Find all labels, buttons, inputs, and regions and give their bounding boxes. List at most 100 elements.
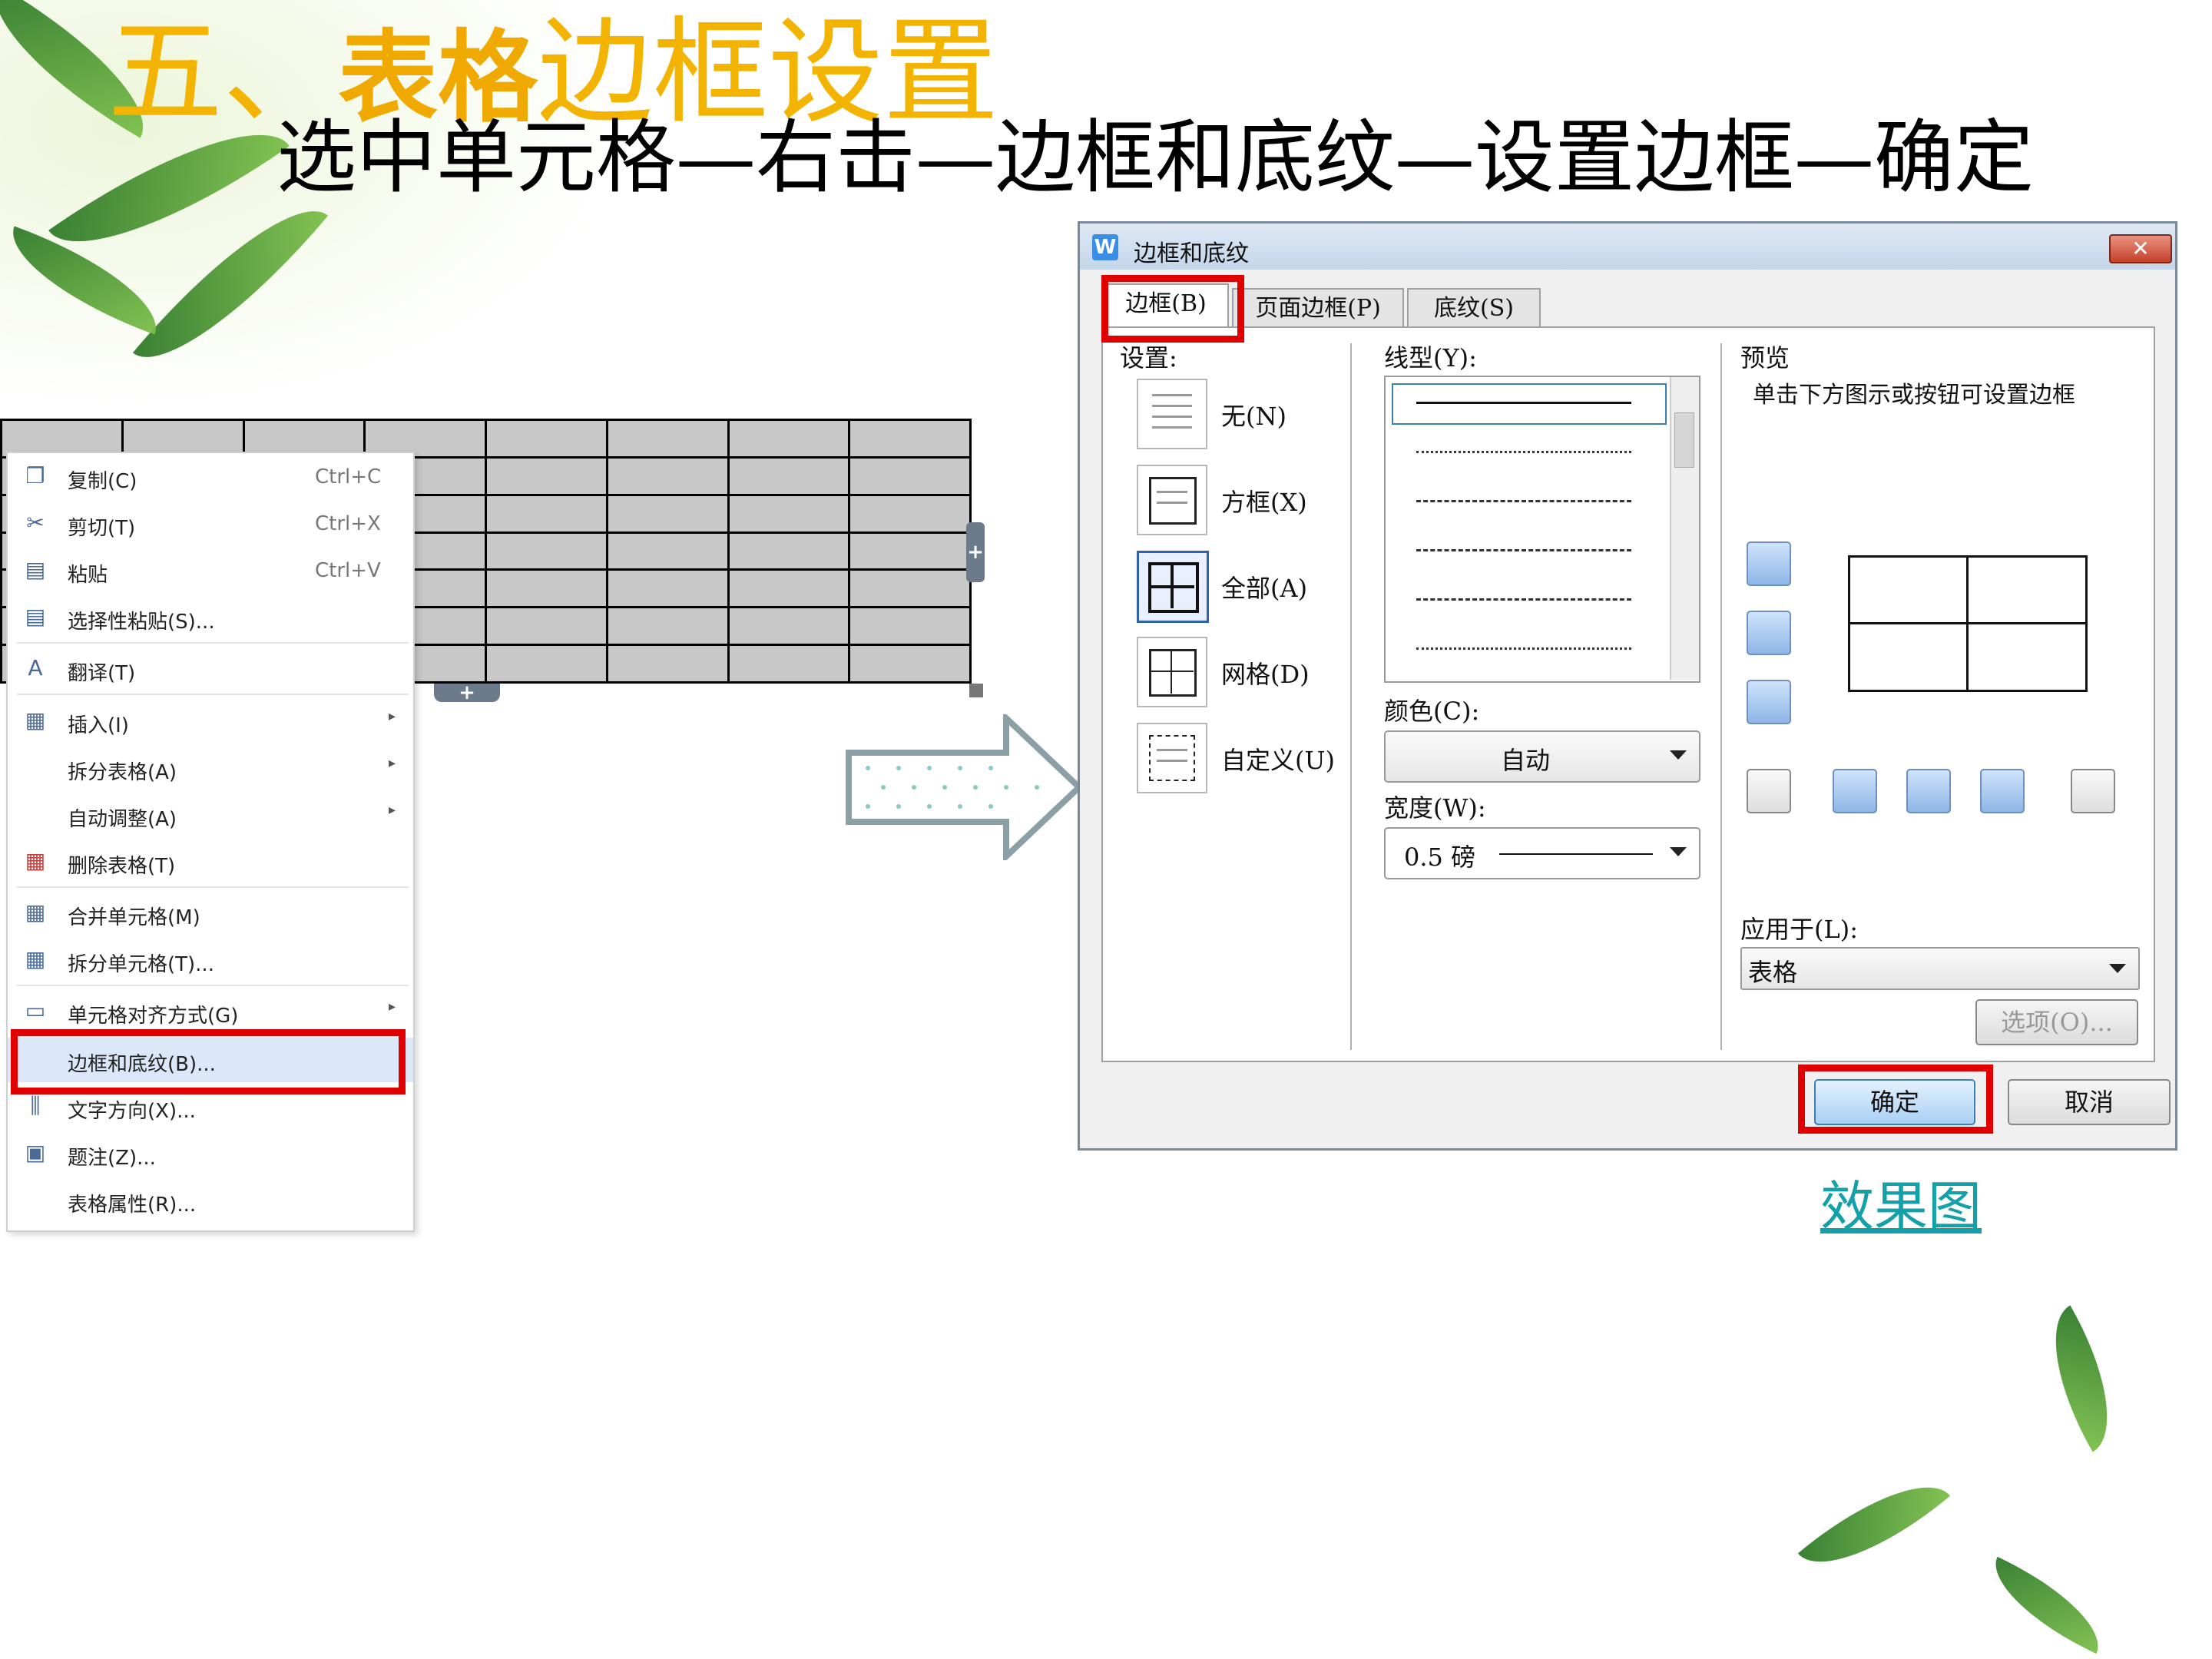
submenu-arrow-icon: ▸ [389, 708, 396, 724]
setting-custom-label: 自定义(U) [1221, 746, 1335, 775]
menu-item-split-table[interactable]: 拆分表格(A) ▸ [8, 746, 413, 790]
table-resize-handle[interactable] [969, 684, 983, 697]
line-style-dash-dot-dot[interactable] [1416, 647, 1631, 650]
width-label: 宽度(W): [1384, 793, 1486, 823]
close-button[interactable]: ✕ [2109, 234, 2172, 263]
submenu-arrow-icon: ▸ [389, 802, 396, 818]
leaf-decoration [1797, 1454, 1951, 1595]
apply-to-select[interactable]: 表格 [1740, 947, 2140, 990]
diagonal-up-border-button[interactable] [2071, 769, 2115, 813]
column-divider [1350, 343, 1352, 1050]
setting-custom-icon[interactable] [1137, 723, 1207, 793]
cancel-button[interactable]: 取消 [2008, 1079, 2171, 1125]
tab-page-border[interactable]: 页面边框(P) [1232, 288, 1404, 328]
column-divider [1720, 343, 1722, 1050]
effect-link[interactable]: 效果图 [1820, 1164, 1982, 1241]
preview-label: 预览 [1740, 343, 1790, 373]
inside-vertical-border-button[interactable] [1906, 769, 1951, 813]
apply-to-value: 表格 [1748, 958, 1798, 987]
menu-item-cell-alignment[interactable]: ▭ 单元格对齐方式(G) ▸ [8, 989, 413, 1034]
setting-none-icon[interactable] [1137, 379, 1207, 449]
line-style-list[interactable] [1384, 376, 1700, 683]
setting-box-icon[interactable] [1137, 465, 1207, 535]
context-menu: ❐ 复制(C) Ctrl+C ✂ 剪切(T) Ctrl+X ▤ 粘贴 Ctrl+V ▤ 选择性… [6, 452, 415, 1232]
line-style-dotted[interactable] [1416, 451, 1631, 453]
tab-shading[interactable]: 底纹(S) [1407, 288, 1541, 328]
right-arrow-icon [846, 714, 1083, 860]
setting-grid-label: 网格(D) [1221, 660, 1310, 689]
setting-all-icon[interactable] [1137, 551, 1209, 623]
right-border-button[interactable] [1980, 769, 2025, 813]
menu-item-delete-table[interactable]: ▦ 删除表格(T) [8, 839, 413, 884]
menu-separator [17, 694, 409, 695]
left-border-button[interactable] [1833, 769, 1877, 813]
submenu-arrow-icon: ▸ [389, 755, 396, 771]
menu-item-table-properties[interactable]: 表格属性(R)... [8, 1178, 413, 1223]
highlight-box-tab [1101, 275, 1244, 343]
width-value: 0.5 磅 [1404, 843, 1476, 872]
highlight-box-ok [1798, 1065, 1993, 1134]
menu-item-merge-cells[interactable]: ▦ 合并单元格(M) [8, 891, 413, 935]
menu-item-cut[interactable]: ✂ 剪切(T) Ctrl+X [8, 502, 413, 546]
color-value: 自动 [1501, 746, 1551, 775]
menu-item-autofit[interactable]: 自动调整(A) ▸ [8, 793, 413, 837]
inside-horizontal-border-button[interactable] [1747, 611, 1791, 655]
caption-icon: ▣ [25, 1140, 46, 1165]
leaf-decoration [1978, 1556, 2116, 1654]
menu-item-copy[interactable]: ❐ 复制(C) Ctrl+C [8, 455, 413, 499]
preview-hint: 单击下方图示或按钮可设置边框 [1753, 382, 2075, 409]
line-style-long-dash[interactable] [1416, 549, 1631, 551]
translate-icon: A [28, 655, 43, 680]
leaf-decoration [2023, 1305, 2140, 1452]
width-select[interactable]: 0.5 磅 [1384, 827, 1700, 879]
cell-align-icon: ▭ [25, 998, 46, 1023]
merge-cells-icon: ▦ [25, 899, 46, 925]
line-style-scrollbar[interactable] [1670, 377, 1699, 680]
dialog-panel: 设置: 无(N) 方框(X) 全部(A) 网格(D) 自定义(U) 线型(Y):… [1101, 326, 2155, 1062]
split-cells-icon: ▦ [25, 946, 46, 972]
copy-icon: ❐ [25, 463, 45, 488]
highlight-box-menu [11, 1029, 406, 1094]
add-column-button[interactable]: + [966, 522, 985, 582]
top-border-button[interactable] [1747, 541, 1791, 586]
line-style-selected[interactable] [1392, 383, 1667, 425]
color-select[interactable]: 自动 [1384, 730, 1700, 783]
page-subtitle: 选中单元格—右击—边框和底纹—设置边框—确定 [276, 111, 2035, 204]
setting-box-label: 方框(X) [1221, 488, 1307, 517]
apply-to-label: 应用于(L): [1740, 915, 1859, 944]
setting-all-label: 全部(A) [1221, 574, 1308, 603]
width-line-sample [1499, 853, 1653, 855]
cut-icon: ✂ [26, 510, 45, 535]
menu-separator [17, 886, 409, 888]
borders-shading-dialog: W 边框和底纹 ✕ 边框(B) 页面边框(P) 底纹(S) 设置: 无(N) 方… [1078, 221, 2177, 1151]
settings-label: 设置: [1120, 343, 1177, 373]
diagonal-down-border-button[interactable] [1747, 769, 1791, 813]
chevron-down-icon [2109, 964, 2126, 973]
menu-item-translate[interactable]: A 翻译(T) [8, 647, 413, 691]
menu-separator [17, 642, 409, 644]
menu-item-paste[interactable]: ▤ 粘贴 Ctrl+V [8, 548, 413, 593]
color-label: 颜色(C): [1384, 697, 1480, 726]
setting-none-label: 无(N) [1221, 402, 1286, 431]
menu-item-insert[interactable]: ▦ 插入(I) ▸ [8, 699, 413, 743]
border-preview[interactable] [1848, 555, 2088, 692]
line-style-dash-dot[interactable] [1416, 598, 1631, 601]
line-style-solid[interactable] [1416, 402, 1631, 404]
line-style-dashed[interactable] [1416, 500, 1631, 502]
chevron-down-icon [1670, 847, 1687, 856]
menu-item-caption[interactable]: ▣ 题注(Z)... [8, 1131, 413, 1176]
paste-special-icon: ▤ [25, 604, 46, 629]
setting-grid-icon[interactable] [1137, 637, 1207, 707]
line-style-label: 线型(Y): [1384, 343, 1477, 373]
dialog-title: 边框和底纹 [1134, 240, 1249, 267]
options-button[interactable]: 选项(O)... [1975, 999, 2138, 1045]
paste-icon: ▤ [25, 557, 46, 582]
menu-item-paste-special[interactable]: ▤ 选择性粘贴(S)... [8, 595, 413, 640]
add-row-button[interactable]: + [434, 683, 500, 703]
text-direction-icon: ⫼ [30, 1093, 41, 1118]
wps-logo-icon: W [1092, 234, 1118, 260]
menu-separator [17, 985, 409, 986]
menu-item-split-cells[interactable]: ▦ 拆分单元格(T)... [8, 938, 413, 982]
delete-table-icon: ▦ [25, 848, 46, 873]
bottom-border-button[interactable] [1747, 680, 1791, 724]
